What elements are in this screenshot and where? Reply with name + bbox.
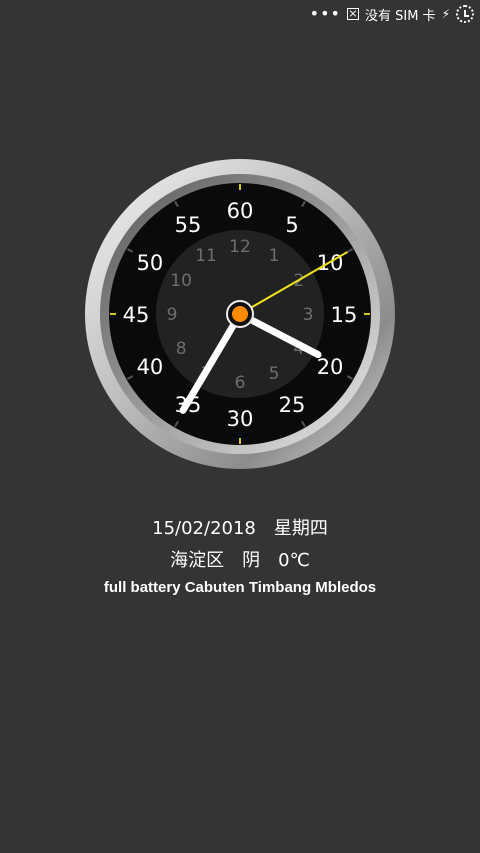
weather-line: 海淀区阴 0℃ [0,546,480,572]
outer-number: 25 [279,393,306,417]
weather-condition: 阴 [242,550,261,571]
district-text: 海淀区 [170,550,225,571]
outer-number: 30 [227,407,254,431]
outer-number: 15 [331,303,358,327]
inner-number: 1 [269,246,280,266]
date-line: 15/02/2018 星期四 [0,514,480,540]
outer-number: 40 [137,355,164,379]
outer-number: 45 [123,303,150,327]
status-bar: ••• 没有 SIM 卡 ⚡ [310,0,480,28]
outer-number: 60 [227,199,254,223]
charging-bolt-icon: ⚡ [441,7,450,21]
lock-screen: ••• 没有 SIM 卡 ⚡ 60 5 15 20 25 30 40 45 50… [0,0,480,853]
no-sim-icon [346,8,359,20]
battery-status-text: full battery Cabuten Timbang Mbledos [103,579,377,596]
battery-charging-icon [456,5,474,23]
inner-number: 6 [235,373,246,393]
analog-clock: 60510152025303540455055 121234567891011 [84,158,396,470]
weekday-text: 星期四 [273,518,328,539]
more-dots-icon: ••• [309,4,341,23]
temperature-text: 0℃ [278,550,310,571]
date-text: 15/02/2018 [152,518,256,539]
outer-number: 55 [175,213,202,237]
center-cap [232,306,248,322]
inner-number: 8 [176,339,187,359]
inner-number: 10 [170,271,192,291]
inner-number: 3 [303,305,314,325]
outer-number: 5 [285,213,298,237]
inner-number: 5 [269,364,280,384]
inner-number: 12 [229,237,251,257]
inner-number: 11 [195,246,217,266]
outer-number: 50 [137,251,164,275]
sim-status-text: 没有 SIM 卡 [364,8,436,24]
outer-number: 20 [317,355,344,379]
inner-number: 9 [167,305,178,325]
clock-face: 60510152025303540455055 121234567891011 [85,159,395,469]
